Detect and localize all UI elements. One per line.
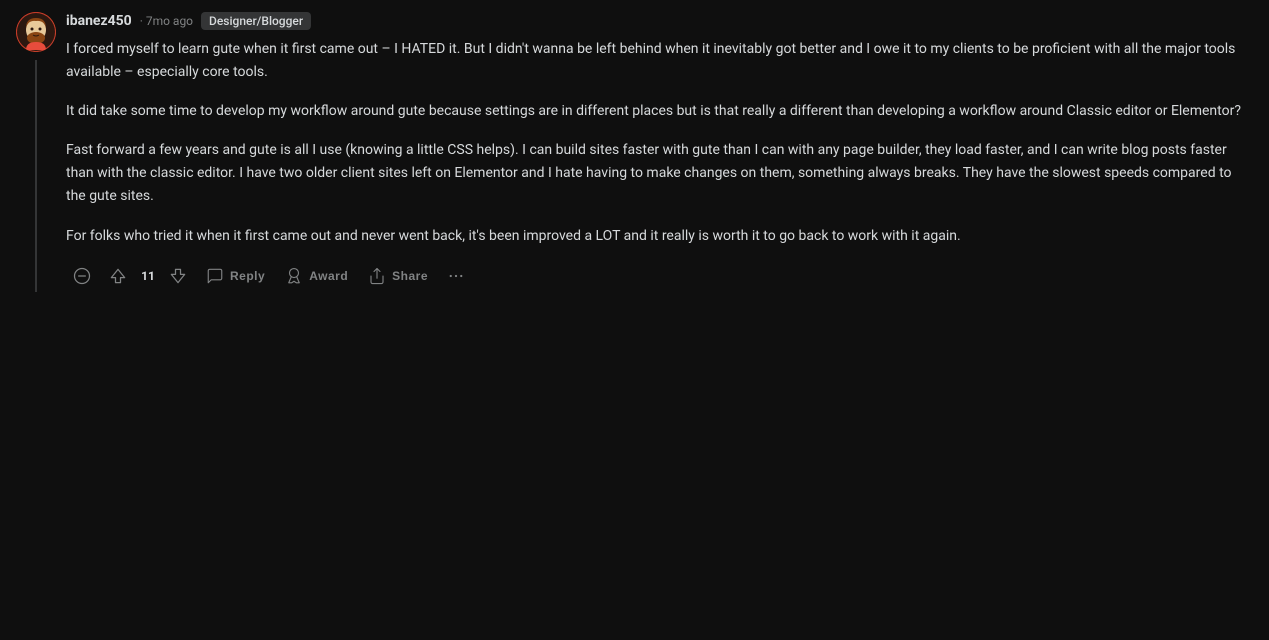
- comment-container: ibanez450 · 7mo ago Designer/Blogger I f…: [0, 0, 1269, 304]
- reply-button[interactable]: Reply: [198, 261, 273, 291]
- award-icon: [285, 267, 303, 285]
- comment-body: I forced myself to learn gute when it fi…: [66, 38, 1253, 248]
- user-flair: Designer/Blogger: [201, 12, 311, 30]
- paragraph-1: I forced myself to learn gute when it fi…: [66, 38, 1253, 84]
- award-button[interactable]: Award: [277, 261, 356, 291]
- upvote-button[interactable]: [102, 260, 134, 292]
- paragraph-2: It did take some time to develop my work…: [66, 100, 1253, 123]
- avatar-image: [16, 12, 56, 52]
- left-column: [16, 12, 56, 292]
- paragraph-4: For folks who tried it when it first cam…: [66, 225, 1253, 248]
- timestamp: · 7mo ago: [140, 14, 193, 28]
- downvote-icon: [168, 266, 188, 286]
- upvote-icon: [108, 266, 128, 286]
- avatar: [16, 12, 56, 52]
- vote-count: 11: [138, 269, 158, 283]
- thread-line: [35, 60, 37, 292]
- more-options-button[interactable]: [440, 260, 472, 292]
- collapse-icon: [72, 266, 92, 286]
- share-icon: [368, 267, 386, 285]
- paragraph-3: Fast forward a few years and gute is all…: [66, 139, 1253, 208]
- more-dots-icon: [447, 267, 465, 285]
- comment-header: ibanez450 · 7mo ago Designer/Blogger: [66, 12, 1253, 30]
- comment-actions: 11 Reply Award: [66, 260, 1253, 292]
- downvote-button[interactable]: [162, 260, 194, 292]
- reply-icon: [206, 267, 224, 285]
- collapse-button[interactable]: [66, 260, 98, 292]
- username[interactable]: ibanez450: [66, 13, 132, 29]
- share-button[interactable]: Share: [360, 261, 436, 291]
- right-column: ibanez450 · 7mo ago Designer/Blogger I f…: [66, 12, 1253, 292]
